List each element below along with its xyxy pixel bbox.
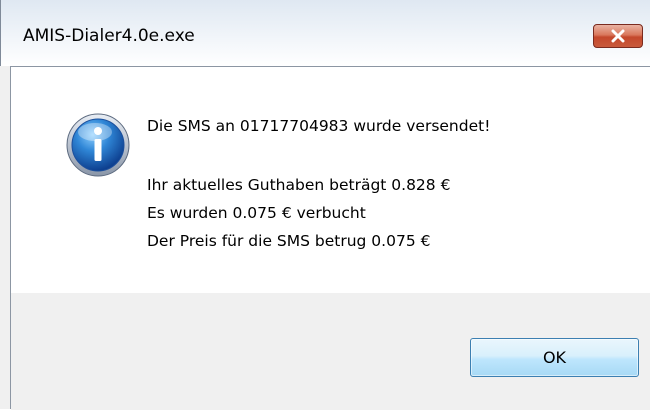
ok-button[interactable]: OK — [470, 338, 639, 377]
detail-balance: Ihr aktuelles Guthaben beträgt 0.828 € — [147, 176, 451, 194]
button-bar: OK — [11, 293, 650, 410]
close-button[interactable] — [593, 24, 643, 48]
message-main: Die SMS an 01717704983 wurde versendet! — [147, 117, 491, 135]
title-bar[interactable]: AMIS-Dialer4.0e.exe — [0, 0, 650, 66]
detail-booked: Es wurden 0.075 € verbucht — [147, 204, 366, 222]
window-title: AMIS-Dialer4.0e.exe — [23, 26, 195, 46]
dialog-client-area: Die SMS an 01717704983 wurde versendet! … — [10, 66, 650, 410]
detail-price: Der Preis für die SMS betrug 0.075 € — [147, 232, 431, 250]
close-icon — [610, 29, 626, 43]
message-area: Die SMS an 01717704983 wurde versendet! … — [11, 67, 650, 293]
message-dialog: AMIS-Dialer4.0e.exe Die SMS an 017177049… — [0, 0, 650, 410]
info-icon — [65, 112, 131, 178]
